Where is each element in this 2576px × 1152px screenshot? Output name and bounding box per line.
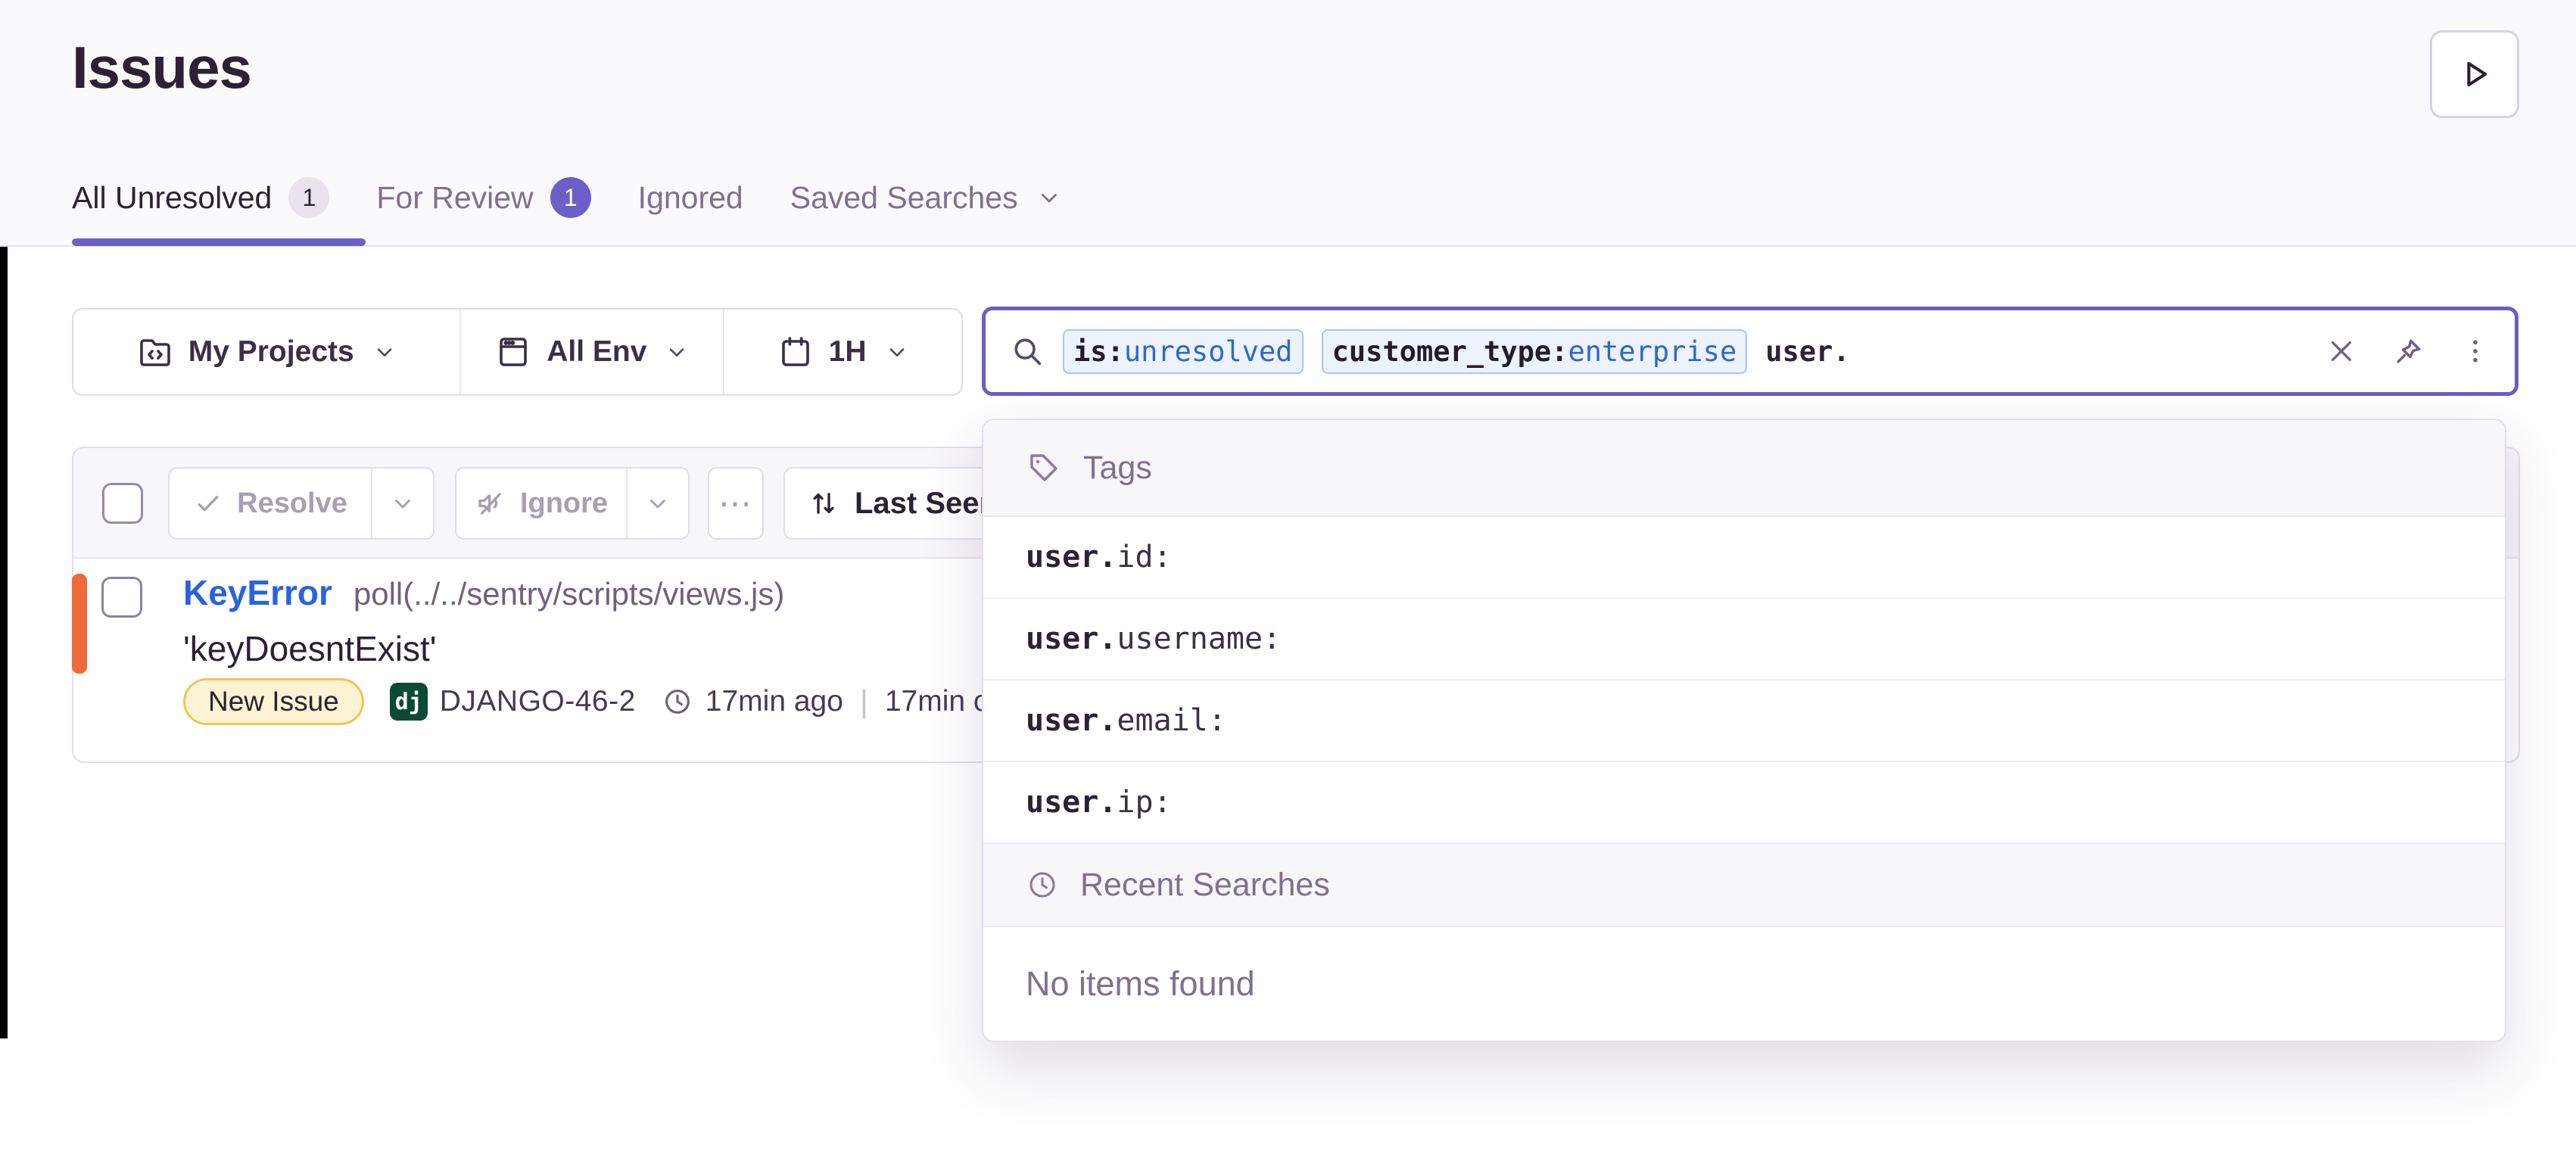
search-autocomplete-dropdown: Tags user.id: user.username: user.email:… <box>982 419 2506 1042</box>
suggestion-suffix: ip: <box>1117 785 1171 820</box>
token-key: is: <box>1073 335 1124 368</box>
filter-bar: My Projects All Env 1H <box>72 308 963 396</box>
search-typed-text: user. <box>1765 335 1849 368</box>
suggestion-prefix: user. <box>1026 540 1117 574</box>
ignore-label: Ignore <box>520 487 608 520</box>
timestamp-separator: | <box>855 683 873 720</box>
dropdown-tags-header: Tags <box>983 420 2505 517</box>
issue-message: 'keyDoesntExist' <box>183 628 437 669</box>
tag-suggestion-user-id[interactable]: user.id: <box>983 517 2505 599</box>
mute-icon <box>475 487 506 519</box>
issue-short-id: DJANGO-46-2 <box>440 685 636 718</box>
tab-label: Saved Searches <box>790 180 1018 216</box>
token-value: enterprise <box>1568 335 1737 368</box>
chevron-down-icon <box>1036 185 1062 210</box>
page-header: Issues All Unresolved 1 For Review 1 Ign… <box>0 0 2576 247</box>
window-icon <box>495 334 531 370</box>
time-range-label: 1H <box>829 335 867 369</box>
check-icon <box>193 488 223 518</box>
kebab-menu-icon[interactable] <box>2460 336 2490 366</box>
tabs: All Unresolved 1 For Review 1 Ignored Sa… <box>72 177 1062 218</box>
error-level-bar <box>72 574 87 674</box>
resolve-dropdown-caret[interactable] <box>371 469 433 538</box>
dropdown-recent-title: Recent Searches <box>1080 867 1330 904</box>
ignore-dropdown-caret[interactable] <box>626 469 688 538</box>
issue-search-input[interactable]: is:unresolved customer_type:enterprise u… <box>982 307 2518 396</box>
suggestion-prefix: user. <box>1026 785 1117 820</box>
project-filter-label: My Projects <box>188 335 354 369</box>
dropdown-recent-searches-header: Recent Searches <box>983 844 2505 927</box>
project-filter-dropdown[interactable]: My Projects <box>73 310 459 394</box>
issues-page: Issues All Unresolved 1 For Review 1 Ign… <box>0 0 2576 1152</box>
close-icon[interactable] <box>2325 335 2357 367</box>
token-value: unresolved <box>1124 335 1293 368</box>
search-token-customer-type[interactable]: customer_type:enterprise <box>1322 329 1748 374</box>
issue-title-link[interactable]: KeyError <box>183 572 332 613</box>
project-link[interactable]: dj DJANGO-46-2 <box>390 683 636 721</box>
resolve-button-group: Resolve <box>168 467 435 540</box>
play-button[interactable] <box>2430 30 2519 118</box>
suggestion-suffix: email: <box>1117 703 1226 738</box>
tab-saved-searches[interactable]: Saved Searches <box>790 180 1062 216</box>
clock-icon <box>662 686 693 718</box>
chevron-down-icon <box>885 340 909 364</box>
sort-label: Last Seen <box>855 487 998 521</box>
issue-checkbox[interactable] <box>101 577 142 618</box>
suggestion-prefix: user. <box>1026 621 1117 656</box>
issue-title-line: KeyError poll(../../sentry/scripts/views… <box>183 572 784 613</box>
ignore-button[interactable]: Ignore <box>456 469 626 538</box>
play-icon <box>2455 54 2494 94</box>
dropdown-empty-state: No items found <box>983 927 2505 1041</box>
django-project-icon: dj <box>390 683 428 721</box>
tag-suggestion-user-username[interactable]: user.username: <box>983 599 2505 680</box>
more-actions-button[interactable]: ⋯ <box>708 467 764 540</box>
issue-meta-line: New Issue dj DJANGO-46-2 17min ago | 17m… <box>183 678 1013 725</box>
tab-count-badge: 1 <box>550 177 591 218</box>
suggestion-suffix: id: <box>1117 540 1171 574</box>
environment-filter-label: All Env <box>547 335 646 369</box>
chevron-down-icon <box>372 340 397 364</box>
suggestion-prefix: user. <box>1026 703 1117 738</box>
resolve-button[interactable]: Resolve <box>170 469 371 538</box>
issue-timestamps: 17min ago | 17min old <box>662 683 1013 720</box>
new-issue-badge: New Issue <box>183 678 364 725</box>
suggestion-suffix: username: <box>1117 621 1281 656</box>
tab-label: All Unresolved <box>72 180 272 216</box>
select-all-checkbox[interactable] <box>102 483 143 524</box>
environment-filter-dropdown[interactable]: All Env <box>459 310 723 394</box>
chevron-down-icon <box>665 340 689 364</box>
tag-suggestion-user-email[interactable]: user.email: <box>983 680 2505 762</box>
ignore-button-group: Ignore <box>455 467 690 540</box>
sort-arrows-icon <box>808 487 839 519</box>
folder-code-icon <box>137 334 173 370</box>
dropdown-tags-title: Tags <box>1083 450 1152 487</box>
tab-label: For Review <box>376 180 533 216</box>
page-title: Issues <box>72 33 251 102</box>
search-actions <box>2325 335 2490 368</box>
chevron-down-icon <box>390 490 416 516</box>
tab-all-unresolved[interactable]: All Unresolved 1 <box>72 177 329 218</box>
tag-icon <box>1026 450 1062 486</box>
tab-ignored[interactable]: Ignored <box>638 180 743 216</box>
tab-label: Ignored <box>638 180 743 216</box>
search-icon <box>1010 334 1045 369</box>
tag-suggestion-user-ip[interactable]: user.ip: <box>983 762 2505 844</box>
tab-for-review[interactable]: For Review 1 <box>376 177 590 218</box>
clock-icon <box>1026 868 1059 901</box>
resolve-label: Resolve <box>237 487 347 520</box>
token-key: customer_type: <box>1332 335 1568 368</box>
issue-culprit: poll(../../sentry/scripts/views.js) <box>354 576 784 612</box>
tab-count-badge: 1 <box>288 177 329 218</box>
time-range-filter-dropdown[interactable]: 1H <box>723 310 961 394</box>
pin-icon[interactable] <box>2392 335 2425 368</box>
active-tab-underline <box>72 238 366 246</box>
chevron-down-icon <box>645 490 671 516</box>
issue-age: 17min ago <box>706 685 843 718</box>
search-token-is-unresolved[interactable]: is:unresolved <box>1063 329 1304 374</box>
calendar-icon <box>777 334 814 370</box>
